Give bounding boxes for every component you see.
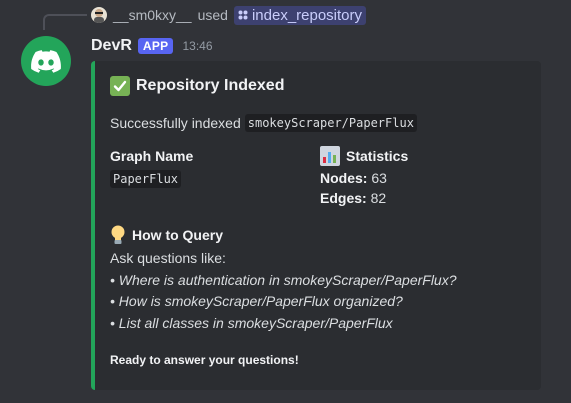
example-question: • Where is authentication in smokeyScrap… <box>110 271 457 288</box>
field-graph-name: Graph Name PaperFlux <box>110 148 193 188</box>
field-how-to-query: How to Query Ask questions like: • Where… <box>110 225 457 334</box>
command-name: index_repository <box>251 6 363 24</box>
timestamp[interactable]: 13:46 <box>182 39 212 53</box>
bot-avatar[interactable] <box>21 36 71 86</box>
command-icon <box>238 7 248 24</box>
example-question: • List all classes in smokeyScraper/Pape… <box>110 314 393 331</box>
author-name[interactable]: DevR <box>91 37 132 55</box>
embed-title: Repository Indexed <box>110 76 284 96</box>
used-label: used <box>197 7 228 23</box>
light-bulb-icon <box>111 225 125 244</box>
graph-name-value: PaperFlux <box>110 170 182 188</box>
nodes-value: 63 <box>371 170 387 186</box>
embed-title-text: Repository Indexed <box>136 77 285 94</box>
message-header: DevR APP 13:46 <box>91 35 213 57</box>
reply-connector <box>43 14 87 30</box>
example-question: • How is smokeyScraper/PaperFlux organiz… <box>110 293 403 309</box>
slash-command-pill[interactable]: index_repository <box>233 5 367 25</box>
ready-note: Ready to answer your questions! <box>110 353 299 367</box>
description-prefix: Successfully indexed <box>110 115 241 131</box>
check-mark-icon <box>110 76 130 96</box>
statistics-label: Statistics <box>346 148 409 164</box>
field-how-to-query-title: How to Query <box>110 225 457 245</box>
discord-logo-icon <box>31 49 61 73</box>
reply-reference[interactable]: __sm0kxy__ used index_repository <box>91 4 367 26</box>
repo-code: smokeyScraper/PaperFlux <box>244 114 417 132</box>
edges-stat: Edges: 82 <box>320 190 408 206</box>
query-intro: Ask questions like: <box>110 250 226 266</box>
embed-card: Repository Indexed Successfully indexed … <box>91 61 541 390</box>
replied-user-avatar[interactable] <box>91 7 107 23</box>
bar-chart-icon <box>320 146 340 166</box>
field-statistics: Statistics Nodes: 63 Edges: 82 <box>320 146 408 206</box>
nodes-label: Nodes: <box>320 170 368 186</box>
embed-description: Successfully indexed smokeyScraper/Paper… <box>110 114 417 132</box>
how-to-query-label: How to Query <box>132 227 224 243</box>
replied-username[interactable]: __sm0kxy__ <box>113 7 192 23</box>
field-statistics-title: Statistics <box>320 146 408 166</box>
edges-label: Edges: <box>320 190 367 206</box>
app-badge: APP <box>137 38 174 54</box>
edges-value: 82 <box>370 190 387 206</box>
field-graph-name-title: Graph Name <box>110 148 194 164</box>
nodes-stat: Nodes: 63 <box>320 170 408 186</box>
